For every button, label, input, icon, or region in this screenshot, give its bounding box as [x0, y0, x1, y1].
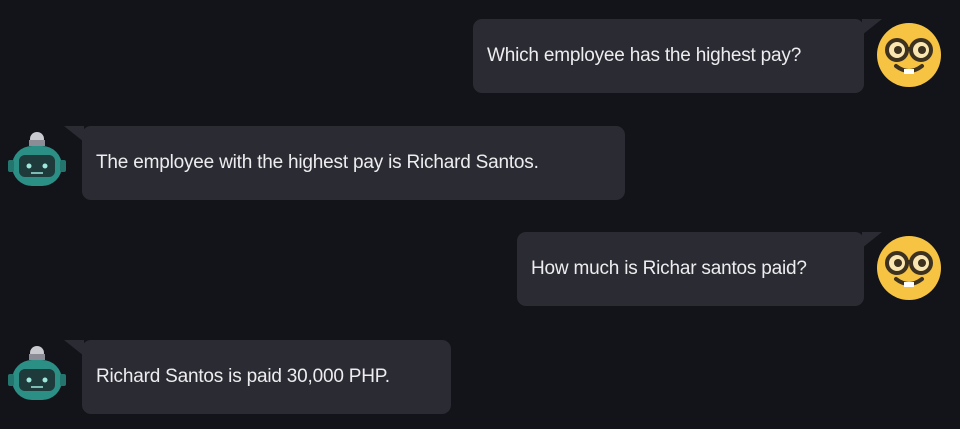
robot-icon [8, 130, 66, 190]
bot-message-bubble: The employee with the highest pay is Ric… [64, 126, 625, 200]
message-text: How much is Richar santos paid? [531, 258, 807, 279]
user-message-bubble: How much is Richar santos paid? [517, 232, 882, 306]
chat-transcript: Which employee has the highest pay? The … [0, 0, 960, 429]
message-text: Richard Santos is paid 30,000 PHP. [96, 366, 390, 387]
bot-message-bubble: Richard Santos is paid 30,000 PHP. [64, 340, 451, 414]
nerd-face-icon [876, 22, 942, 88]
nerd-face-icon [876, 235, 942, 301]
message-text: The employee with the highest pay is Ric… [96, 152, 539, 173]
robot-icon [8, 344, 66, 404]
user-message-bubble: Which employee has the highest pay? [473, 19, 882, 93]
message-text: Which employee has the highest pay? [487, 45, 802, 66]
